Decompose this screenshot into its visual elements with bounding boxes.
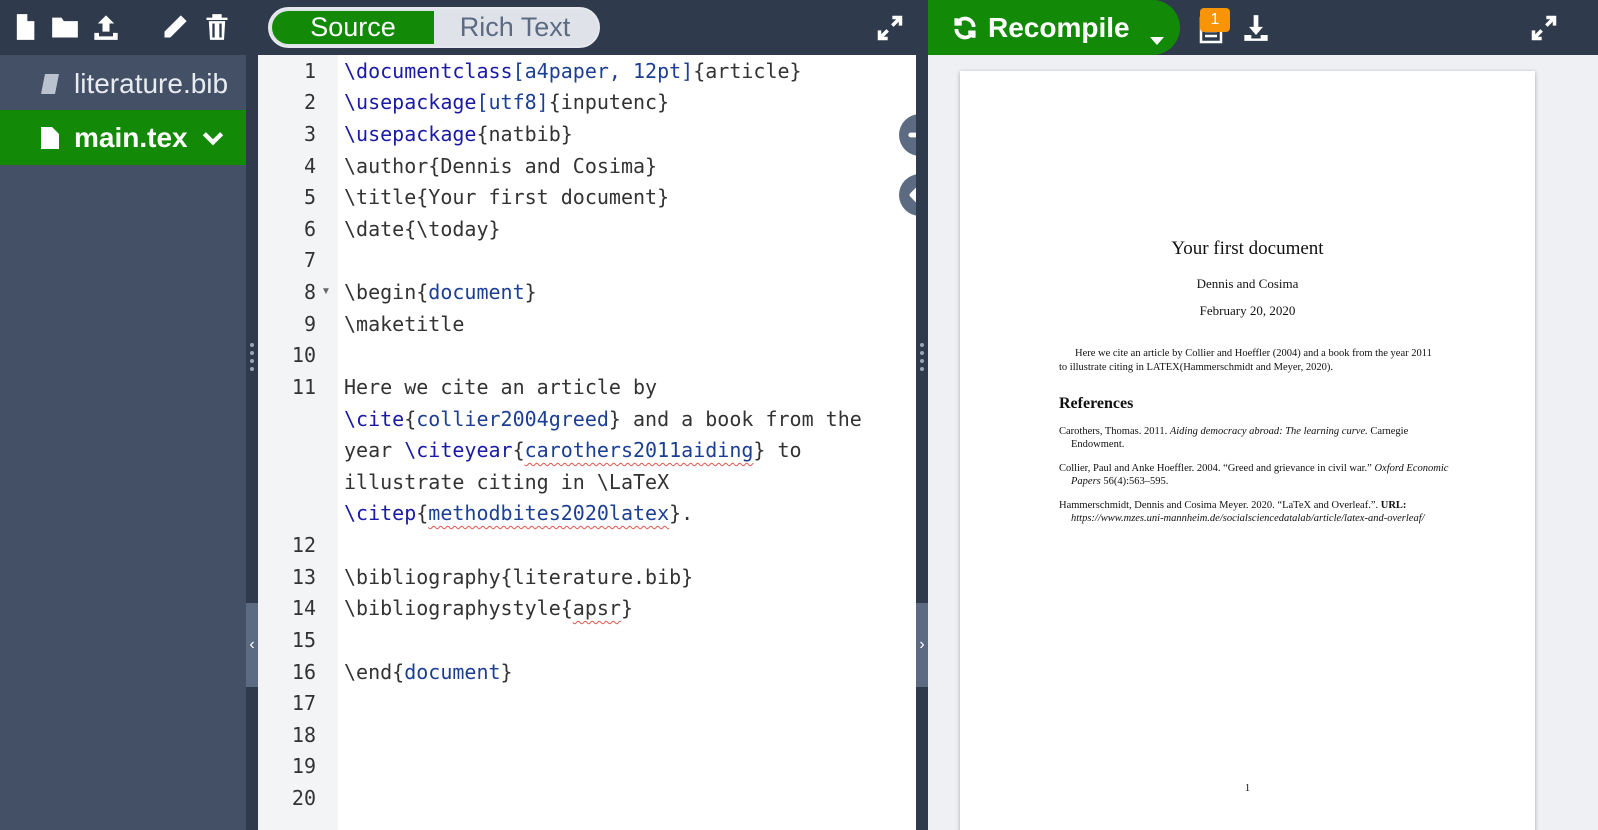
line-number: 12: [291, 533, 316, 557]
file-item-label: literature.bib: [74, 67, 229, 99]
line-number: 17: [291, 691, 316, 715]
file-item-label: main.tex: [74, 121, 188, 153]
code-editor[interactable]: 1 2 3 4 5 6 7 8 ▼ 9 10 11 12 13 14 15 16…: [258, 55, 916, 830]
pdf-toolbar: Recompile 1: [928, 0, 1598, 55]
line-number: 1: [303, 59, 316, 83]
pdf-reference: Collier, Paul and Anke Hoeffler. 2004. “…: [1059, 463, 1449, 487]
pdf-page: Your first document Dennis and Cosima Fe…: [960, 71, 1535, 830]
code-line: \maketitle: [344, 312, 465, 336]
collapse-sidebar-toggle[interactable]: ‹: [246, 603, 258, 687]
sidebar-splitter[interactable]: ‹: [246, 0, 258, 830]
line-number-gutter: 1 2 3 4 5 6 7 8 ▼ 9 10 11 12 13 14 15 16…: [258, 55, 338, 830]
line-number: 11: [291, 375, 316, 399]
pdf-author: Dennis and Cosima: [1196, 276, 1299, 291]
line-number: 5: [303, 185, 316, 209]
code-line: year \citeyear{carothers2011aiding} to: [344, 438, 802, 462]
pdf-splitter[interactable]: ›: [916, 0, 928, 830]
expand-icon[interactable]: [876, 14, 904, 42]
logs-count-badge: 1: [1200, 8, 1230, 32]
code-line: \date{\today}: [344, 217, 501, 241]
line-number: 2: [303, 90, 316, 114]
pdf-page-number: 1: [1244, 782, 1251, 794]
code-line: \author{Dennis and Cosima}: [344, 154, 658, 178]
line-number: 10: [291, 343, 316, 367]
pdf-date: February 20, 2020: [1199, 303, 1296, 318]
download-icon[interactable]: [1242, 14, 1270, 42]
line-number: 4: [303, 154, 316, 178]
editor-mode-switch: Source Rich Text: [268, 7, 600, 48]
line-number: 15: [291, 628, 316, 652]
line-number: 7: [303, 248, 316, 272]
rename-pencil-icon[interactable]: [160, 12, 190, 42]
caret-down-icon[interactable]: [1150, 22, 1164, 45]
book-icon: [38, 70, 66, 98]
code-line: \end{document}: [344, 660, 513, 684]
line-number: 20: [291, 786, 316, 810]
new-file-icon[interactable]: [10, 12, 40, 42]
code-line: Here we cite an article by: [344, 375, 658, 399]
code-line: \usepackage{natbib}: [344, 122, 573, 146]
line-number: 13: [291, 565, 316, 589]
line-number: 18: [291, 723, 316, 747]
refresh-icon: [952, 15, 978, 41]
code-line: \begin{document}: [344, 280, 537, 304]
code-line: \documentclass[a4paper, 12pt]{article}: [344, 59, 802, 83]
fold-arrow-icon[interactable]: ▼: [321, 276, 331, 308]
pdf-preview-pane[interactable]: Your first document Dennis and Cosima Fe…: [928, 55, 1598, 830]
file-tree-panel: literature.bib main.tex: [0, 0, 246, 830]
code-line: \citep{methodbites2020latex}.: [344, 501, 694, 525]
pdf-reference: Hammerschmidt, Dennis and Cosima Meyer. …: [1059, 500, 1425, 524]
line-number: 14: [291, 596, 316, 620]
code-line: \usepackage[utf8]{inputenc}: [344, 90, 670, 114]
code-line: illustrate citing in \LaTeX: [344, 470, 670, 494]
code-line: \cite{collier2004greed} and a book from …: [344, 407, 862, 431]
file-tree-toolbar: [0, 0, 246, 55]
recompile-button[interactable]: Recompile: [928, 0, 1180, 55]
recompile-label: Recompile: [988, 11, 1130, 43]
file-item-main-tex[interactable]: main.tex: [0, 110, 246, 165]
file-icon: [38, 124, 66, 152]
collapse-pdf-toggle[interactable]: ›: [916, 603, 928, 687]
line-number: 6: [303, 217, 316, 241]
line-number: 8: [303, 280, 316, 304]
source-mode-button[interactable]: Source: [272, 11, 434, 44]
expand-icon[interactable]: [1530, 14, 1558, 42]
pdf-reference: Carothers, Thomas. 2011. Aiding democrac…: [1059, 426, 1409, 450]
chevron-down-icon[interactable]: [200, 125, 226, 151]
upload-icon[interactable]: [91, 12, 121, 42]
new-folder-icon[interactable]: [50, 12, 80, 42]
line-number: 9: [303, 312, 316, 336]
pdf-body-text: Here we cite an article by Collier and H…: [1059, 348, 1432, 373]
pdf-title: Your first document: [1171, 238, 1324, 259]
code-line: \bibliographystyle{apsr}: [344, 596, 633, 620]
file-item-literature-bib[interactable]: literature.bib: [0, 56, 246, 111]
line-number: 16: [291, 660, 316, 684]
line-number: 19: [291, 754, 316, 778]
line-number: 3: [303, 122, 316, 146]
code-line: \title{Your first document}: [344, 185, 670, 209]
pdf-references-heading: References: [1059, 395, 1134, 412]
editor-toolbar: Source Rich Text: [258, 0, 916, 55]
code-line: \bibliography{literature.bib}: [344, 565, 694, 589]
delete-trash-icon[interactable]: [202, 12, 232, 42]
rich-text-mode-button[interactable]: Rich Text: [434, 11, 596, 44]
